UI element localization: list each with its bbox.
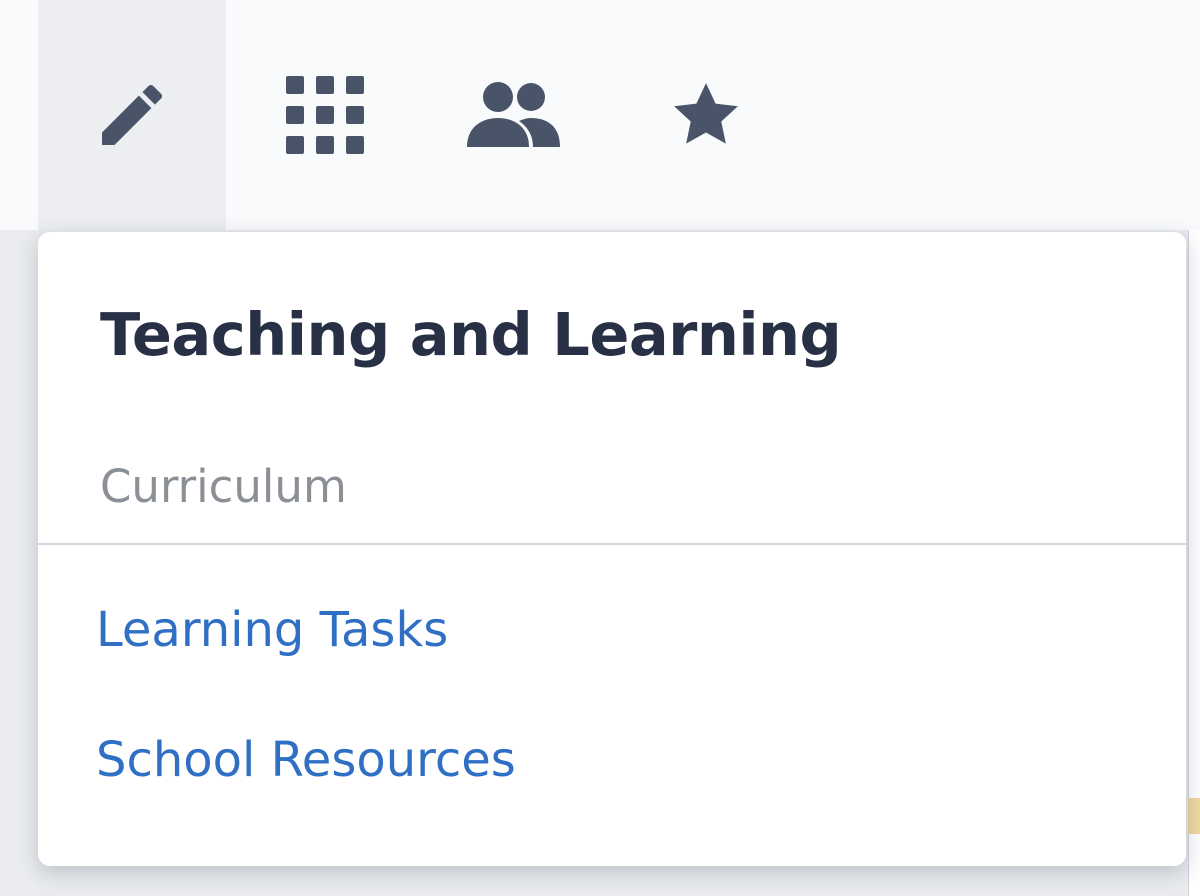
- grid-icon: [286, 76, 364, 154]
- star-icon: [674, 83, 738, 144]
- people-button[interactable]: [458, 0, 570, 230]
- favorites-button[interactable]: [656, 0, 756, 230]
- people-icon: [467, 82, 560, 147]
- teaching-learning-dropdown: Teaching and Learning Curriculum Learnin…: [38, 232, 1186, 866]
- content-border: [1188, 230, 1189, 896]
- learning-tasks-link[interactable]: Learning Tasks: [96, 602, 448, 658]
- highlight-row: [1188, 798, 1200, 834]
- section-heading-curriculum: Curriculum: [100, 460, 347, 513]
- background-content: [1188, 230, 1200, 896]
- divider: [38, 543, 1186, 545]
- top-toolbar: [0, 0, 1200, 230]
- school-resources-link[interactable]: School Resources: [96, 732, 516, 788]
- pencil-icon: [102, 84, 163, 145]
- background-sidebar: [0, 230, 38, 896]
- apps-grid-button[interactable]: [270, 0, 380, 230]
- dropdown-title: Teaching and Learning: [100, 300, 842, 369]
- edit-menu-button[interactable]: [38, 0, 226, 230]
